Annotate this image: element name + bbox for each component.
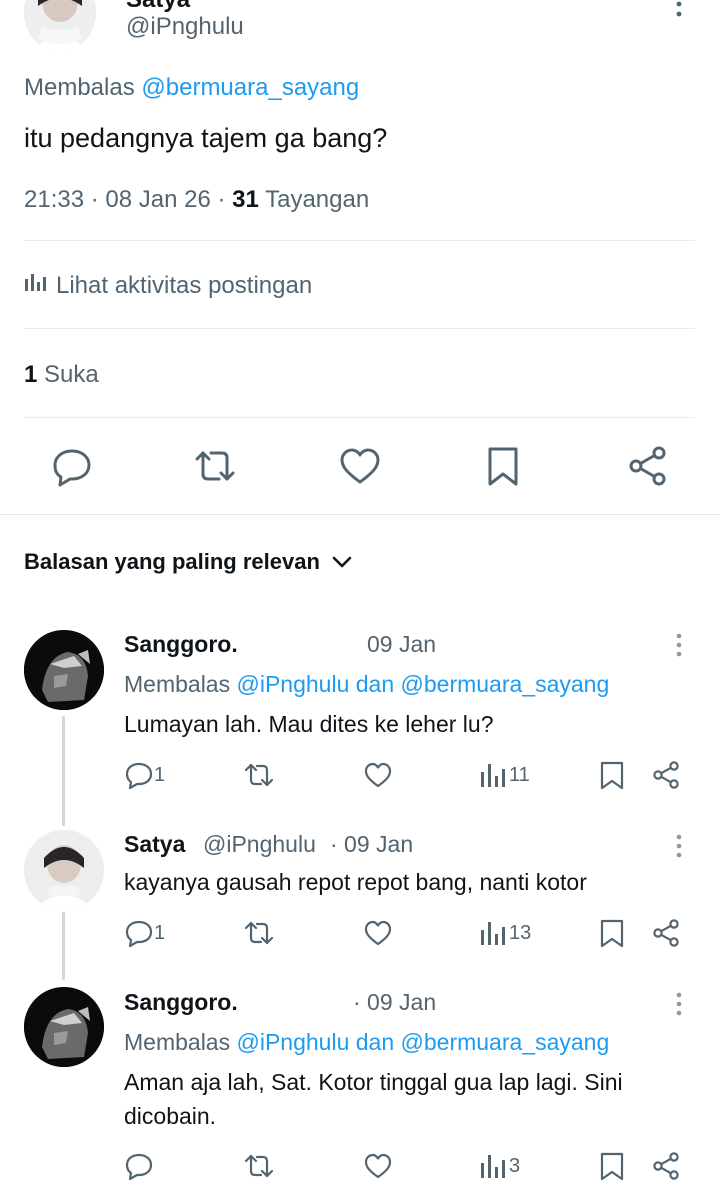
- analytics-icon[interactable]: [478, 760, 508, 790]
- reply-author-name[interactable]: Sanggoro.: [124, 631, 238, 658]
- retweet-icon[interactable]: [244, 1151, 274, 1181]
- reply-avatar[interactable]: [24, 830, 104, 910]
- analytics-icon[interactable]: [478, 1151, 508, 1181]
- reply-author-handle[interactable]: @iPnghulu: [203, 831, 316, 858]
- author-avatar[interactable]: [24, 0, 96, 52]
- replying-to: Membalas @iPnghulu dan @bermuara_sayang: [124, 1029, 609, 1056]
- reply-date[interactable]: · 09 Jan: [353, 989, 436, 1016]
- replying-link[interactable]: @bermuara_sayang: [141, 74, 359, 101]
- reply-text-line: Aman aja lah, Sat. Kotor tinggal gua lap…: [124, 1069, 623, 1095]
- post-meta: 21:33 · 08 Jan 26 · 31 Tayangan: [24, 186, 370, 213]
- likes-count: 1: [24, 361, 38, 388]
- views-label: Tayangan: [265, 186, 370, 213]
- replying-link[interactable]: @iPnghulu dan @bermuara_sayang: [237, 671, 610, 697]
- divider: [24, 240, 695, 241]
- reply-author-name[interactable]: Satya: [124, 831, 185, 858]
- reply-avatar[interactable]: [24, 630, 104, 710]
- more-icon[interactable]: [670, 833, 688, 859]
- reply-text: Lumayan lah. Mau dites ke leher lu?: [124, 711, 494, 737]
- heart-icon[interactable]: [338, 444, 382, 488]
- retweet-icon[interactable]: [193, 444, 237, 488]
- more-icon[interactable]: [670, 991, 688, 1017]
- likes-summary[interactable]: 1 Suka: [24, 361, 99, 389]
- share-icon[interactable]: [651, 918, 681, 948]
- heart-icon[interactable]: [363, 1151, 393, 1181]
- retweet-icon[interactable]: [244, 760, 274, 790]
- thread-line: [62, 912, 65, 980]
- views-count: 13: [509, 922, 532, 944]
- post-text: itu pedangnya tajem ga bang?: [24, 123, 388, 153]
- view-activity-link[interactable]: Lihat aktivitas postingan: [24, 271, 312, 300]
- replying-prefix: Membalas: [124, 671, 231, 697]
- reply-icon[interactable]: [50, 444, 94, 488]
- sort-label: Balasan yang paling relevan: [24, 549, 320, 574]
- reply-icon[interactable]: [124, 918, 154, 948]
- divider: [24, 328, 695, 329]
- share-icon[interactable]: [651, 1151, 681, 1181]
- heart-icon[interactable]: [363, 760, 393, 790]
- likes-label: Suka: [44, 361, 99, 388]
- more-icon[interactable]: [670, 632, 688, 658]
- bookmark-icon[interactable]: [597, 760, 627, 790]
- author-handle[interactable]: @iPnghulu: [126, 13, 244, 41]
- share-icon[interactable]: [626, 444, 670, 488]
- heart-icon[interactable]: [363, 918, 393, 948]
- reply-sort-dropdown[interactable]: Balasan yang paling relevan: [24, 549, 352, 575]
- reply-avatar[interactable]: [24, 987, 104, 1067]
- bookmark-icon[interactable]: [597, 918, 627, 948]
- reply-count: 1: [154, 764, 166, 786]
- replying-link[interactable]: @iPnghulu dan @bermuara_sayang: [237, 1029, 610, 1055]
- views-count: 31: [232, 186, 259, 213]
- divider: [24, 417, 695, 418]
- reply-count: 1: [154, 922, 166, 944]
- reply-icon[interactable]: [124, 760, 154, 790]
- retweet-icon[interactable]: [244, 918, 274, 948]
- post-date: 08 Jan 26: [105, 186, 211, 213]
- reply-date[interactable]: · 09 Jan: [330, 831, 413, 858]
- analytics-icon[interactable]: [478, 918, 508, 948]
- activity-label: Lihat aktivitas postingan: [56, 271, 313, 299]
- reply-text: kayanya gausah repot repot bang, nanti k…: [124, 869, 587, 895]
- replying-prefix: Membalas: [24, 74, 135, 101]
- reply-date[interactable]: 09 Jan: [367, 631, 436, 658]
- views-count: 3: [509, 1155, 521, 1177]
- more-icon[interactable]: [670, 0, 688, 22]
- share-icon[interactable]: [651, 760, 681, 790]
- views-count: 11: [509, 764, 530, 786]
- replying-to: Membalas @bermuara_sayang: [24, 74, 359, 102]
- reply-text-line: dicobain.: [124, 1103, 217, 1129]
- analytics-icon: [24, 271, 46, 300]
- bookmark-icon[interactable]: [597, 1151, 627, 1181]
- post-time: 21:33: [24, 186, 85, 213]
- thread-line: [62, 716, 65, 826]
- reply-author-name[interactable]: Sanggoro.: [124, 989, 238, 1016]
- chevron-down-icon: [332, 549, 352, 575]
- replying-prefix: Membalas: [124, 1029, 231, 1055]
- author-name[interactable]: Satya: [126, 0, 190, 14]
- section-divider: [0, 514, 719, 515]
- reply-icon[interactable]: [124, 1151, 154, 1181]
- bookmark-icon[interactable]: [481, 444, 525, 488]
- replying-to: Membalas @iPnghulu dan @bermuara_sayang: [124, 671, 609, 698]
